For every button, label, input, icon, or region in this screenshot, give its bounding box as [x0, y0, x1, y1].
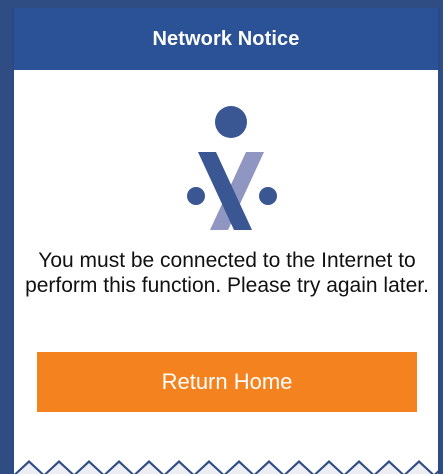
dialog-header: Network Notice	[14, 8, 438, 70]
notice-message: You must be connected to the Internet to…	[25, 249, 429, 297]
app-logo-icon	[182, 106, 278, 242]
app-frame: Network Notice You must be connected to …	[0, 0, 443, 474]
return-home-button[interactable]: Return Home	[37, 352, 417, 412]
network-notice-dialog: Network Notice You must be connected to …	[12, 8, 440, 474]
dialog-title: Network Notice	[152, 27, 300, 50]
torn-edge-divider	[14, 448, 438, 474]
